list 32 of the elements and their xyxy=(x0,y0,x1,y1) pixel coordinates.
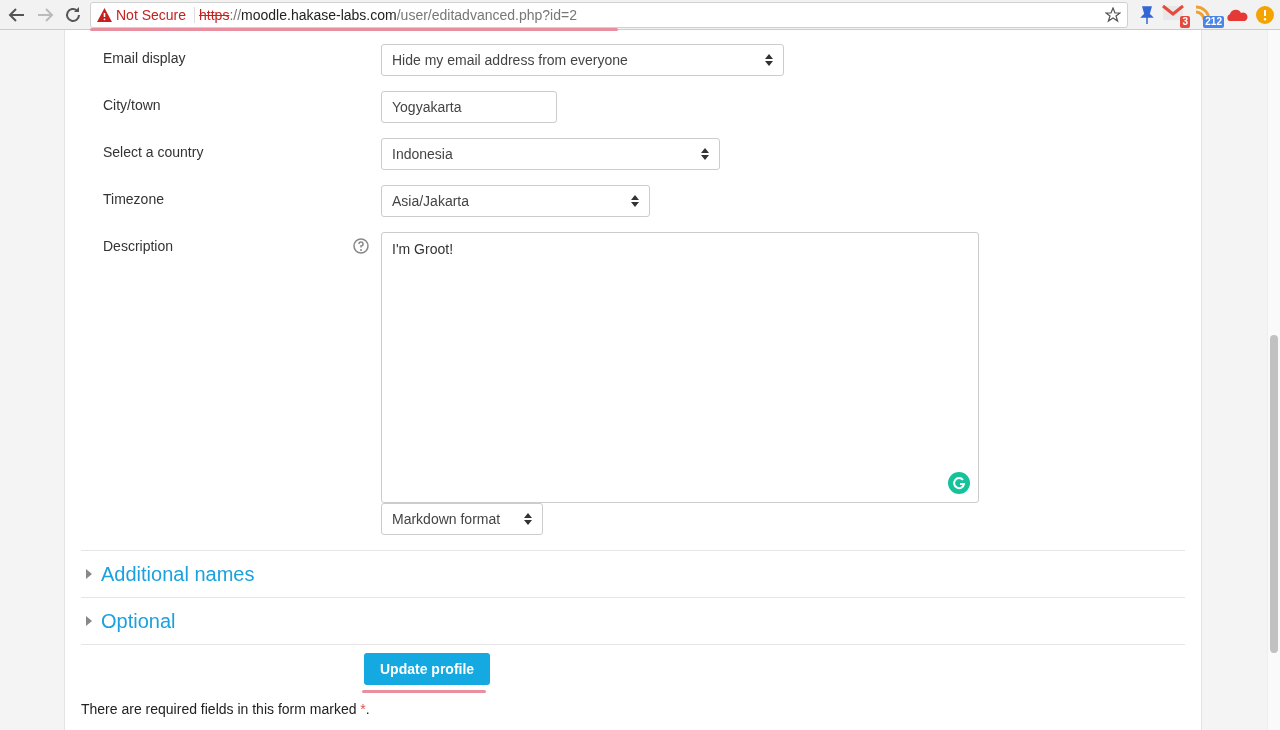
input-field[interactable]: Yogyakarta xyxy=(381,91,557,123)
alert-extension-icon[interactable] xyxy=(1256,5,1274,24)
select-arrows-icon xyxy=(524,513,532,525)
scrollbar[interactable] xyxy=(1267,30,1280,730)
warning-icon xyxy=(97,7,112,22)
pin-extension-icon[interactable] xyxy=(1140,4,1154,25)
field-label: Description xyxy=(103,237,175,256)
select-arrows-icon xyxy=(631,195,639,207)
description-textarea[interactable]: I'm Groot! xyxy=(381,232,979,503)
select-field[interactable]: Asia/Jakarta xyxy=(381,185,650,217)
field-label: City/town xyxy=(103,96,162,115)
field-label: Select a country xyxy=(103,143,205,162)
select-arrows-icon xyxy=(701,148,709,160)
select-arrows-icon xyxy=(765,54,773,66)
expand-triangle-icon[interactable] xyxy=(85,616,93,626)
url-text: https://moodle.hakase-labs.com/user/editadvanced.php?id=2 xyxy=(199,6,577,23)
address-bar[interactable]: Not Secure https://moodle.hakase-labs.com/user/editadvanced.php?id=2 xyxy=(90,1,1128,28)
mail-extension-icon[interactable] xyxy=(1162,3,1184,22)
select-field[interactable]: Hide my email address from everyone xyxy=(381,44,784,76)
required-fields-note: There are required fields in this form marked *. xyxy=(81,701,371,717)
select-field[interactable]: Indonesia xyxy=(381,138,720,170)
bookmark-star-icon[interactable] xyxy=(1105,6,1121,23)
cloud-extension-icon[interactable] xyxy=(1226,7,1248,22)
notification-badge: 3 xyxy=(1180,15,1190,28)
grammar-check-icon[interactable] xyxy=(948,472,970,494)
format-select[interactable]: Markdown format xyxy=(381,503,543,535)
notification-badge: 212 xyxy=(1203,15,1224,28)
field-label: Email display xyxy=(103,49,187,68)
help-icon[interactable] xyxy=(353,238,369,254)
field-label: Timezone xyxy=(103,190,165,209)
expand-triangle-icon[interactable] xyxy=(85,569,93,579)
security-label[interactable]: Not Secure xyxy=(116,6,196,23)
